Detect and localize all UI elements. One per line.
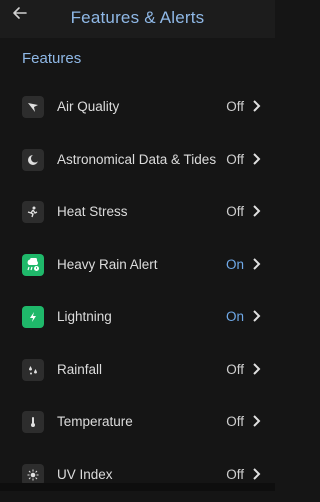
app-header: Features & Alerts bbox=[0, 0, 275, 38]
list-item-rainfall[interactable]: Rainfall Off bbox=[0, 345, 275, 398]
item-label: Lightning bbox=[57, 309, 112, 324]
status-text: Off bbox=[226, 152, 244, 167]
chevron-right-icon bbox=[250, 413, 262, 429]
features-list: Air Quality Off Astronomical Data & Tide… bbox=[0, 82, 275, 502]
item-label: Temperature bbox=[57, 414, 133, 429]
status-text: Off bbox=[226, 204, 244, 219]
list-item-uv-index[interactable]: UV Index Off bbox=[0, 450, 275, 502]
item-label: Heavy Rain Alert bbox=[57, 257, 158, 272]
item-label: Heat Stress bbox=[57, 204, 128, 219]
status-text: Off bbox=[226, 99, 244, 114]
lightning-icon bbox=[22, 306, 44, 328]
chevron-right-icon bbox=[250, 308, 262, 324]
item-label: Rainfall bbox=[57, 362, 102, 377]
chevron-right-icon bbox=[250, 466, 262, 482]
heat-stress-icon bbox=[22, 201, 44, 223]
list-item-temperature[interactable]: Temperature Off bbox=[0, 397, 275, 450]
bottom-edge bbox=[0, 483, 275, 491]
section-title-features: Features bbox=[22, 50, 81, 67]
list-item-heat-stress[interactable]: Heat Stress Off bbox=[0, 187, 275, 240]
chevron-right-icon bbox=[250, 256, 262, 272]
item-label: UV Index bbox=[57, 467, 113, 482]
chevron-right-icon bbox=[250, 98, 262, 114]
list-item-air-quality[interactable]: Air Quality Off bbox=[0, 82, 275, 135]
heavy-rain-alert-icon bbox=[22, 254, 44, 276]
item-label: Astronomical Data & Tides bbox=[57, 152, 216, 167]
list-item-astronomical-data[interactable]: Astronomical Data & Tides Off bbox=[0, 135, 275, 188]
chevron-right-icon bbox=[250, 203, 262, 219]
chevron-right-icon bbox=[250, 361, 262, 377]
air-quality-icon bbox=[22, 96, 44, 118]
status-text: Off bbox=[226, 414, 244, 429]
page-title: Features & Alerts bbox=[0, 8, 275, 28]
rainfall-icon bbox=[22, 359, 44, 381]
list-item-lightning[interactable]: Lightning On bbox=[0, 292, 275, 345]
chevron-right-icon bbox=[250, 151, 262, 167]
list-item-heavy-rain-alert[interactable]: Heavy Rain Alert On bbox=[0, 240, 275, 293]
moon-icon bbox=[22, 149, 44, 171]
status-text: Off bbox=[226, 467, 244, 482]
thermometer-icon bbox=[22, 411, 44, 433]
status-text: On bbox=[226, 309, 244, 324]
status-text: On bbox=[226, 257, 244, 272]
item-label: Air Quality bbox=[57, 99, 119, 114]
status-text: Off bbox=[226, 362, 244, 377]
